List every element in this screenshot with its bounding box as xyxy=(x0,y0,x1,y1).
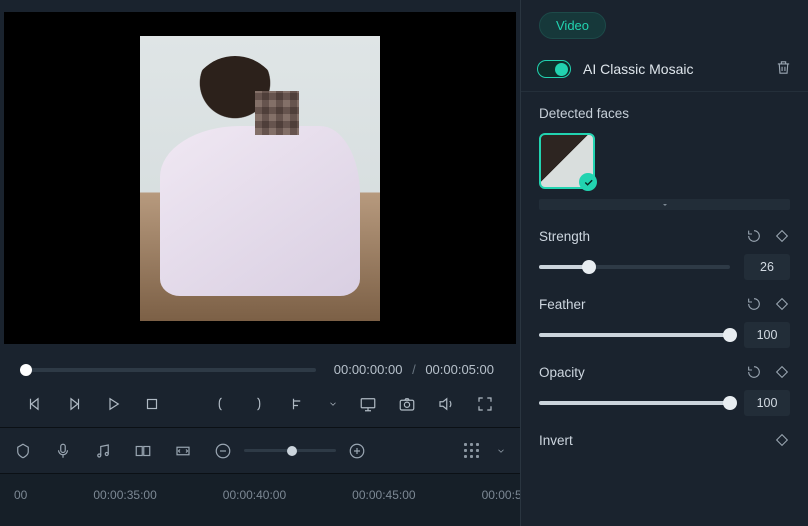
volume-button[interactable] xyxy=(437,395,455,413)
timeline-toolbar xyxy=(0,427,520,473)
tick-label: 00:00:35:00 xyxy=(93,488,156,502)
prev-frame-button[interactable] xyxy=(26,395,44,413)
feather-slider[interactable] xyxy=(539,333,730,337)
play-button[interactable] xyxy=(104,395,122,413)
delete-button[interactable] xyxy=(775,59,792,79)
mosaic-overlay xyxy=(255,91,299,135)
opacity-value[interactable]: 100 xyxy=(744,390,790,416)
strength-label: Strength xyxy=(539,229,734,244)
tab-video[interactable]: Video xyxy=(539,12,606,39)
align-menu-button[interactable] xyxy=(289,395,307,413)
reset-icon[interactable] xyxy=(746,296,762,312)
marker-tool-button[interactable] xyxy=(14,442,32,460)
check-icon xyxy=(579,173,597,191)
mark-in-button[interactable] xyxy=(211,395,229,413)
stop-button[interactable] xyxy=(143,395,161,413)
timeline[interactable]: 00 00:00:35:00 00:00:40:00 00:00:45:00 0… xyxy=(0,473,520,526)
strength-value[interactable]: 26 xyxy=(744,254,790,280)
preview-frame xyxy=(140,36,380,321)
zoom-slider[interactable] xyxy=(244,449,336,452)
display-button[interactable] xyxy=(359,395,377,413)
tick-label: 00 xyxy=(14,488,27,502)
zoom-out-button[interactable] xyxy=(214,442,232,460)
detected-faces-label: Detected faces xyxy=(539,106,790,121)
mark-out-button[interactable] xyxy=(250,395,268,413)
reset-icon[interactable] xyxy=(746,364,762,380)
fit-tool-button[interactable] xyxy=(174,442,192,460)
timeline-view-button[interactable] xyxy=(464,443,482,458)
dropdown-chevron-icon[interactable] xyxy=(328,395,338,413)
time-current: 00:00:00:00 xyxy=(334,362,403,377)
face-strip-expand[interactable] xyxy=(539,199,790,210)
timeline-menu-chevron-icon[interactable] xyxy=(496,442,506,460)
tick-label: 00:00:50:00 xyxy=(482,488,520,502)
keyframe-icon[interactable] xyxy=(774,296,790,312)
video-preview xyxy=(4,12,516,344)
time-display: 00:00:00:00 / 00:00:05:00 xyxy=(334,362,494,377)
invert-label: Invert xyxy=(539,433,762,448)
feature-title: AI Classic Mosaic xyxy=(583,61,763,77)
keyframe-icon[interactable] xyxy=(774,228,790,244)
keyframe-icon[interactable] xyxy=(774,432,790,448)
snapshot-button[interactable] xyxy=(398,395,416,413)
next-frame-button[interactable] xyxy=(65,395,83,413)
feature-toggle[interactable] xyxy=(537,60,571,78)
opacity-slider[interactable] xyxy=(539,401,730,405)
voiceover-button[interactable] xyxy=(54,442,72,460)
feather-value[interactable]: 100 xyxy=(744,322,790,348)
detected-face-thumb[interactable] xyxy=(539,133,595,189)
keyframe-icon[interactable] xyxy=(774,364,790,380)
tick-label: 00:00:45:00 xyxy=(352,488,415,502)
time-total: 00:00:05:00 xyxy=(425,362,494,377)
zoom-in-button[interactable] xyxy=(348,442,366,460)
reset-icon[interactable] xyxy=(746,228,762,244)
time-sep: / xyxy=(412,362,416,377)
playhead-scrubber[interactable] xyxy=(26,368,316,372)
audio-tool-button[interactable] xyxy=(94,442,112,460)
tick-label: 00:00:40:00 xyxy=(223,488,286,502)
opacity-label: Opacity xyxy=(539,365,734,380)
layout-tool-button[interactable] xyxy=(134,442,152,460)
feather-label: Feather xyxy=(539,297,734,312)
strength-slider[interactable] xyxy=(539,265,730,269)
fullscreen-button[interactable] xyxy=(476,395,494,413)
